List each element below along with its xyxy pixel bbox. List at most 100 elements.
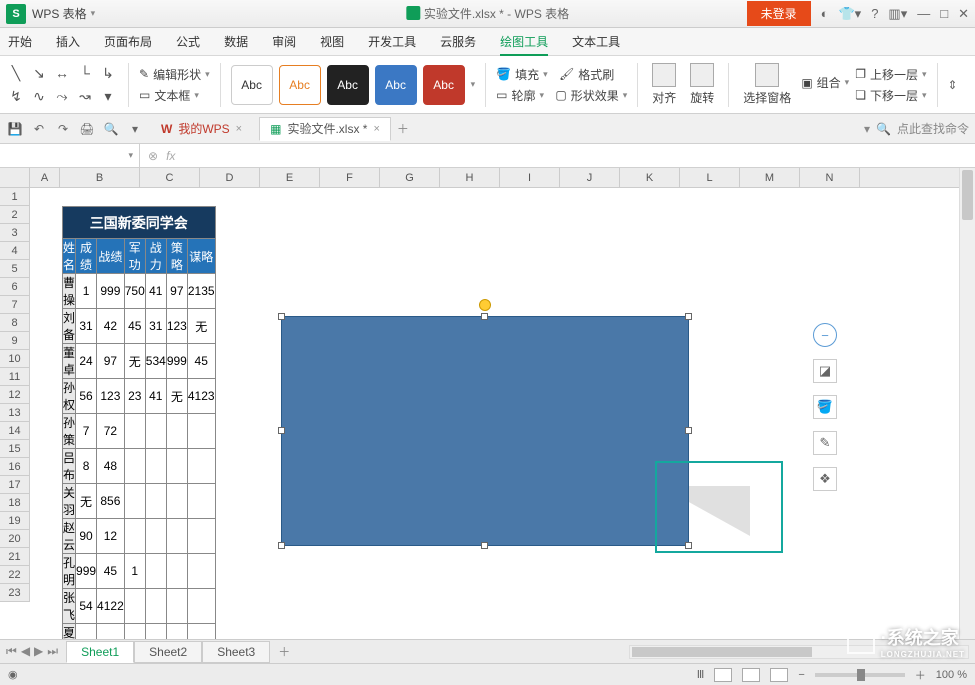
row-header[interactable]: 16 xyxy=(0,458,30,476)
table-cell[interactable] xyxy=(124,589,145,624)
table-cell[interactable]: 48 xyxy=(97,449,125,484)
resize-handle-nw[interactable] xyxy=(278,313,285,320)
table-cell[interactable] xyxy=(145,519,166,554)
table-cell[interactable]: 31 xyxy=(76,309,97,344)
style-preset-3[interactable]: Abc xyxy=(327,65,369,105)
column-header[interactable]: J xyxy=(560,168,620,187)
spreadsheet-grid[interactable]: ABCDEFGHIJKLMN 1234567891011121314151617… xyxy=(0,168,975,645)
table-cell[interactable]: 8 xyxy=(76,449,97,484)
row-header[interactable]: 22 xyxy=(0,566,30,584)
table-cell[interactable]: 无 xyxy=(166,379,187,414)
table-cell[interactable]: 42 xyxy=(97,309,125,344)
qat-undo-icon[interactable]: ↶ xyxy=(30,120,48,138)
row-header[interactable]: 1 xyxy=(0,188,30,206)
fx-label[interactable]: fx xyxy=(166,149,175,163)
help-icon[interactable]: ? xyxy=(871,6,878,21)
edit-shape-button[interactable]: 编辑形状 xyxy=(153,66,201,83)
table-cell[interactable]: 1 xyxy=(76,274,97,309)
table-cell[interactable]: 45 xyxy=(187,344,215,379)
zoom-level[interactable]: 100 % xyxy=(936,669,967,681)
resize-handle-sw[interactable] xyxy=(278,542,285,549)
view-page-button[interactable] xyxy=(742,668,760,682)
gallery-dropdown-icon[interactable]: ▾ xyxy=(98,86,118,106)
rectangle-shape[interactable] xyxy=(281,316,689,546)
table-cell[interactable]: 孙权 xyxy=(63,379,76,414)
table-cell[interactable] xyxy=(166,449,187,484)
resize-handle-s[interactable] xyxy=(481,542,488,549)
resize-handle-w[interactable] xyxy=(278,427,285,434)
line-double-arrow-icon[interactable]: ↔ xyxy=(52,63,72,83)
table-cell[interactable] xyxy=(145,414,166,449)
menu-page-layout[interactable]: 页面布局 xyxy=(104,33,152,50)
close-tab-icon[interactable]: × xyxy=(373,123,379,135)
row-header[interactable]: 7 xyxy=(0,296,30,314)
elbow-connector-icon[interactable]: └ xyxy=(75,63,95,83)
table-cell[interactable] xyxy=(187,589,215,624)
maximize-button[interactable]: □ xyxy=(940,6,948,21)
table-cell[interactable]: 刘备 xyxy=(63,309,76,344)
table-cell[interactable]: 孔明 xyxy=(63,554,76,589)
qat-save-icon[interactable]: 💾 xyxy=(6,120,24,138)
table-cell[interactable]: 41 xyxy=(145,379,166,414)
table-cell[interactable]: 72 xyxy=(97,414,125,449)
column-header[interactable]: D xyxy=(200,168,260,187)
table-cell[interactable]: 123 xyxy=(97,379,125,414)
table-cell[interactable]: 999 xyxy=(76,554,97,589)
table-cell[interactable]: 董卓 xyxy=(63,344,76,379)
zoom-in-button[interactable]: ＋ xyxy=(915,667,926,683)
column-header[interactable]: M xyxy=(740,168,800,187)
vertical-scrollbar[interactable] xyxy=(959,168,975,645)
new-tab-button[interactable]: ＋ xyxy=(397,120,409,137)
menu-data[interactable]: 数据 xyxy=(224,33,248,50)
select-pane-button[interactable]: 选择窗格 xyxy=(739,63,795,106)
status-record-icon[interactable]: ◉ xyxy=(8,668,18,681)
table-cell[interactable]: 97 xyxy=(97,344,125,379)
table-cell[interactable]: 孙策 xyxy=(63,414,76,449)
view-break-button[interactable] xyxy=(770,668,788,682)
bring-forward-button[interactable]: 上移一层 xyxy=(870,66,918,83)
skin-icon[interactable]: 👕▾ xyxy=(838,6,861,22)
menu-start[interactable]: 开始 xyxy=(8,33,32,50)
column-header[interactable]: C xyxy=(140,168,200,187)
resize-handle-ne[interactable] xyxy=(685,313,692,320)
table-cell[interactable]: 97 xyxy=(166,274,187,309)
outline-button[interactable]: 轮廓 xyxy=(511,87,535,104)
table-cell[interactable]: 1 xyxy=(124,554,145,589)
curve-connector-icon[interactable]: ∿ xyxy=(29,86,49,106)
row-header[interactable]: 6 xyxy=(0,278,30,296)
sheet-nav-last-icon[interactable]: ⏭ xyxy=(47,644,58,659)
sheet-tab-1[interactable]: Sheet1 xyxy=(66,641,134,663)
style-preset-2[interactable]: Abc xyxy=(279,65,321,105)
outline-tool-icon[interactable]: ✎ xyxy=(813,431,837,455)
zoom-out-button[interactable]: − xyxy=(798,669,804,681)
menu-text-tools[interactable]: 文本工具 xyxy=(572,33,620,50)
table-cell[interactable]: 999 xyxy=(166,344,187,379)
row-header[interactable]: 5 xyxy=(0,260,30,278)
menu-insert[interactable]: 插入 xyxy=(56,33,80,50)
qat-more-icon[interactable]: ▾ xyxy=(126,120,144,138)
table-cell[interactable]: 999 xyxy=(97,274,125,309)
menu-drawing-tools[interactable]: 绘图工具 xyxy=(500,33,548,56)
table-cell[interactable] xyxy=(145,484,166,519)
table-cell[interactable]: 2135 xyxy=(187,274,215,309)
qat-preview-icon[interactable]: 🔍 xyxy=(102,120,120,138)
collapse-icon[interactable]: − xyxy=(813,323,837,347)
row-header[interactable]: 17 xyxy=(0,476,30,494)
table-cell[interactable]: 90 xyxy=(76,519,97,554)
minimize-button[interactable]: — xyxy=(917,6,930,21)
row-header[interactable]: 3 xyxy=(0,224,30,242)
rotate-handle[interactable] xyxy=(479,299,491,311)
table-cell[interactable] xyxy=(124,414,145,449)
format-painter-button[interactable]: 格式刷 xyxy=(578,66,614,83)
table-cell[interactable] xyxy=(187,554,215,589)
row-headers[interactable]: 1234567891011121314151617181920212223 xyxy=(0,188,30,602)
table-cell[interactable]: 45 xyxy=(97,554,125,589)
column-header[interactable]: A xyxy=(30,168,60,187)
sync-icon[interactable]: ◐ xyxy=(821,6,829,21)
table-cell[interactable]: 无 xyxy=(76,484,97,519)
table-cell[interactable]: 56 xyxy=(76,379,97,414)
table-cell[interactable]: 534 xyxy=(145,344,166,379)
table-cell[interactable] xyxy=(166,414,187,449)
name-box[interactable]: ▾ xyxy=(0,144,140,167)
table-cell[interactable]: 无 xyxy=(187,309,215,344)
